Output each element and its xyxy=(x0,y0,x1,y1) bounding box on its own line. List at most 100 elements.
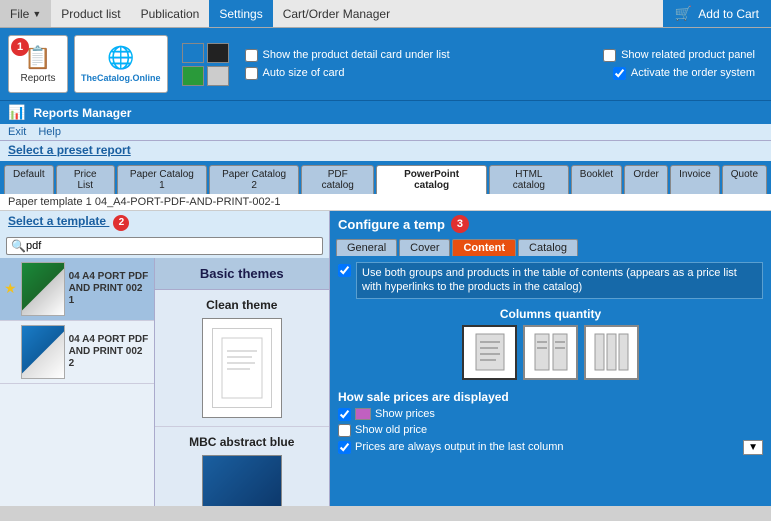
template-name: 04 A4 PORT PDF AND PRINT 002 2 xyxy=(69,334,150,370)
catalog-icon: 🌐 xyxy=(107,45,134,71)
star-placeholder: ★ xyxy=(4,343,17,360)
col-double[interactable] xyxy=(523,325,578,380)
auto-size-row: Auto size of card xyxy=(245,67,598,80)
prices-last-col-row: Prices are always output in the last col… xyxy=(338,440,763,455)
nav-links: Exit Help xyxy=(0,124,771,141)
toolbar: 1 📋 Reports 🌐 TheCatalog.Online Show the… xyxy=(0,28,771,100)
search-input[interactable] xyxy=(26,240,318,252)
tab-powerpoint-catalog[interactable]: PowerPoint catalog xyxy=(376,165,487,194)
columns-qty-label: Columns quantity xyxy=(338,307,763,321)
tab-pdf-catalog[interactable]: PDF catalog xyxy=(301,165,374,194)
show-prices-swatch xyxy=(355,408,371,420)
file-arrow-icon: ▼ xyxy=(32,9,41,19)
menu-settings[interactable]: Settings xyxy=(209,0,272,27)
tab-price-list[interactable]: Price List xyxy=(56,165,115,194)
config-tab-content[interactable]: Content xyxy=(452,239,516,256)
tab-paper-catalog-1[interactable]: Paper Catalog 1 xyxy=(117,165,207,194)
col-triple[interactable] xyxy=(584,325,639,380)
reports-manager-header: 📊 Reports Manager xyxy=(0,100,771,124)
toc-checkbox[interactable] xyxy=(338,264,351,277)
main-content: Select a template 2 🔍 ★ 04 A4 PORT PDF A… xyxy=(0,211,771,506)
star-icon: ★ xyxy=(4,280,17,297)
mbc-blue-thumb xyxy=(202,455,282,507)
swatch-blue[interactable] xyxy=(182,43,204,63)
reports-button[interactable]: 1 📋 Reports xyxy=(8,35,68,93)
paper-template-label: Paper template 1 04_A4-PORT-PDF-AND-PRIN… xyxy=(0,194,771,211)
tab-invoice[interactable]: Invoice xyxy=(670,165,720,194)
col-single[interactable] xyxy=(462,325,517,380)
theme-mbc[interactable]: MBC abstract blue xyxy=(155,427,329,507)
config-tab-cover[interactable]: Cover xyxy=(399,239,450,256)
menu-cart-order[interactable]: Cart/Order Manager xyxy=(273,0,400,27)
menu-file[interactable]: File ▼ xyxy=(0,0,51,27)
config-tab-catalog[interactable]: Catalog xyxy=(518,239,578,256)
prices-last-col-checkbox[interactable] xyxy=(338,441,351,454)
tab-default[interactable]: Default xyxy=(4,165,54,194)
config-tabs: General Cover Content Catalog xyxy=(330,237,771,256)
themes-col: Basic themes Clean theme xyxy=(155,258,329,507)
search-icon: 🔍 xyxy=(11,239,26,253)
select-template-label[interactable]: Select a template 2 xyxy=(0,211,329,234)
triple-col-icon xyxy=(594,330,630,374)
add-to-cart-button[interactable]: 🛒 Add to Cart xyxy=(663,0,771,27)
activate-order-checkbox[interactable] xyxy=(613,67,626,80)
config-tab-general[interactable]: General xyxy=(336,239,397,256)
nav-help[interactable]: Help xyxy=(38,126,61,138)
reports-manager-icon: 📊 xyxy=(8,104,25,121)
tab-html-catalog[interactable]: HTML catalog xyxy=(489,165,569,194)
tab-order[interactable]: Order xyxy=(624,165,668,194)
catalog-online-button[interactable]: 🌐 TheCatalog.Online xyxy=(74,35,168,93)
select-preset-label[interactable]: Select a preset report xyxy=(0,141,771,161)
theme-clean[interactable]: Clean theme xyxy=(155,290,329,427)
show-related-row: Show related product panel xyxy=(603,49,755,62)
menu-publication[interactable]: Publication xyxy=(131,0,210,27)
basic-themes-header: Basic themes xyxy=(155,258,329,290)
show-prices-row: Show prices xyxy=(338,408,763,421)
columns-options xyxy=(338,325,763,380)
template-thumb2 xyxy=(21,325,65,379)
template-list: ★ 04 A4 PORT PDF AND PRINT 002 1 ★ 04 A4… xyxy=(0,258,155,507)
double-col-icon xyxy=(533,330,569,374)
swatch-green[interactable] xyxy=(182,66,204,86)
template-columns: ★ 04 A4 PORT PDF AND PRINT 002 1 ★ 04 A4… xyxy=(0,258,329,507)
swatch-black[interactable] xyxy=(207,43,229,63)
doc-icon xyxy=(217,333,267,403)
tabs-row: Default Price List Paper Catalog 1 Paper… xyxy=(0,161,771,194)
toc-checkbox-row: Use both groups and products in the tabl… xyxy=(338,262,763,299)
show-old-price-label: Show old price xyxy=(355,424,427,436)
menu-bar: File ▼ Product list Publication Settings… xyxy=(0,0,771,28)
template-item[interactable]: ★ 04 A4 PORT PDF AND PRINT 002 2 xyxy=(0,321,154,384)
show-prices-checkbox[interactable] xyxy=(338,408,351,421)
show-prices-label: Show prices xyxy=(375,408,435,420)
toolbar-right: Show related product panel Activate the … xyxy=(603,49,763,80)
dropdown-button[interactable]: ▼ xyxy=(743,440,763,455)
show-old-price-row: Show old price xyxy=(338,424,763,437)
dropdown-area: ▼ xyxy=(743,440,763,455)
tab-booklet[interactable]: Booklet xyxy=(571,165,622,194)
search-box: 🔍 xyxy=(6,237,323,255)
activate-order-row: Activate the order system xyxy=(603,67,755,80)
template-panel: Select a template 2 🔍 ★ 04 A4 PORT PDF A… xyxy=(0,211,330,506)
reports-badge: 1 xyxy=(11,38,29,56)
prices-last-col-label: Prices are always output in the last col… xyxy=(355,441,564,453)
clean-theme-preview xyxy=(202,318,282,418)
toolbar-checkboxes: Show the product detail card under list … xyxy=(235,49,598,80)
nav-exit[interactable]: Exit xyxy=(8,126,26,138)
single-col-icon xyxy=(472,330,508,374)
prices-section: How sale prices are displayed Show price… xyxy=(338,390,763,455)
tab-paper-catalog-2[interactable]: Paper Catalog 2 xyxy=(209,165,299,194)
swatch-gray[interactable] xyxy=(207,66,229,86)
template-item[interactable]: ★ 04 A4 PORT PDF AND PRINT 002 1 xyxy=(0,258,154,321)
menu-product-list[interactable]: Product list xyxy=(51,0,130,27)
show-product-detail-checkbox[interactable] xyxy=(245,49,258,62)
template-thumb xyxy=(21,262,65,316)
configure-badge: 3 xyxy=(451,215,469,233)
config-body: Use both groups and products in the tabl… xyxy=(330,256,771,506)
cart-icon: 🛒 xyxy=(675,5,692,22)
show-related-checkbox[interactable] xyxy=(603,49,616,62)
select-template-badge: 2 xyxy=(113,215,129,231)
tab-quote[interactable]: Quote xyxy=(722,165,767,194)
show-old-price-checkbox[interactable] xyxy=(338,424,351,437)
auto-size-checkbox[interactable] xyxy=(245,67,258,80)
show-product-detail-row: Show the product detail card under list xyxy=(245,49,598,62)
